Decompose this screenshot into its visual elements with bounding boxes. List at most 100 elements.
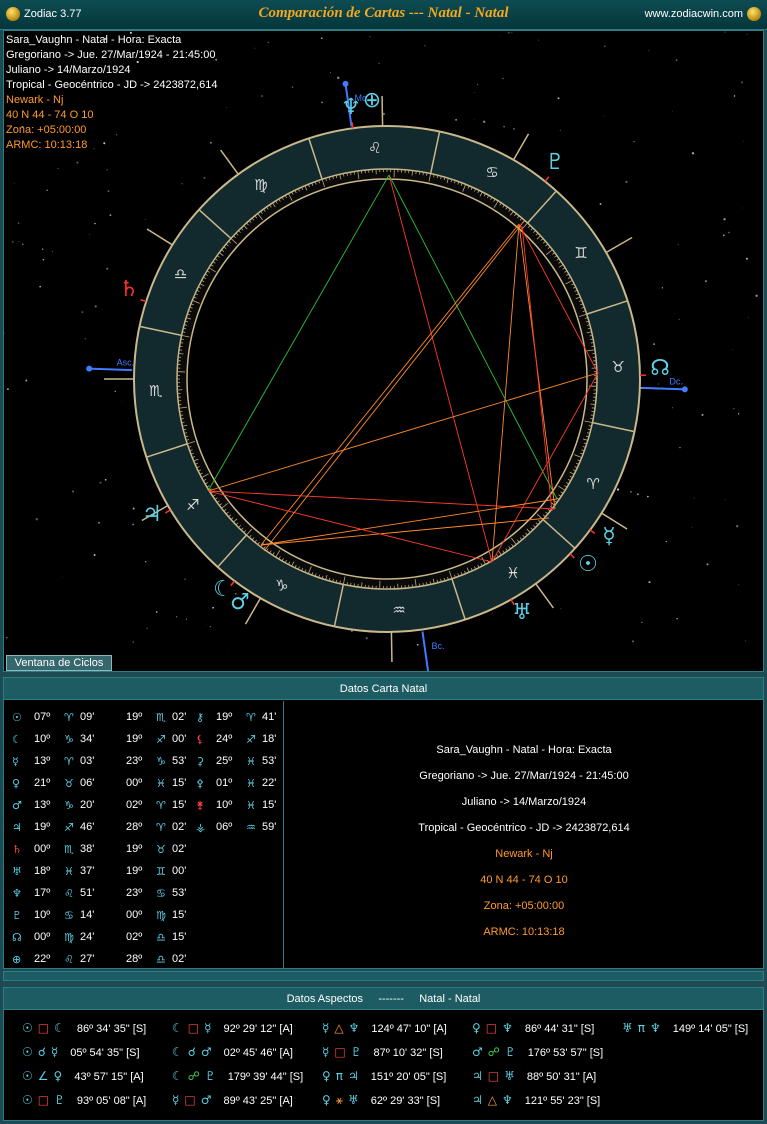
asteroid-sign-icon: ♓ [246, 777, 256, 790]
planet-marker [164, 509, 171, 514]
aspect-entry[interactable]: ♃ △ ♆ 121º 55' 23" [S] [472, 1093, 600, 1107]
neptune-icon[interactable]: ♆ [341, 95, 361, 120]
fortune-icon[interactable]: ⊕ [363, 88, 381, 113]
star [511, 32, 513, 34]
planet-glyph-icon: ☊ [12, 931, 22, 944]
aspect-type-icon: □ [37, 1093, 50, 1107]
aspect-entry[interactable]: ☿ □ ♇ 87º 10' 32" [S] [322, 1045, 443, 1059]
star [81, 311, 84, 314]
aspect-entry[interactable]: ☉ ☌ ☿ 05º 54' 35" [S] [22, 1045, 140, 1059]
aspect-entry[interactable]: ♀ □ ♆ 86º 44' 31" [S] [472, 1021, 594, 1035]
aspect-entry[interactable]: ☾ □ ☿ 92º 29' 12" [A] [172, 1021, 293, 1035]
site-url-text[interactable]: www.zodiacwin.com [645, 8, 743, 20]
aspect-type-icon: □ [334, 1045, 346, 1059]
aspect-entry[interactable]: ☾ ☍ ♇ 179º 39' 44" [S] [172, 1069, 303, 1083]
natal-info-line: Newark - Nj [495, 848, 553, 860]
planet-sign-icon: ♌ [64, 953, 74, 966]
asteroid-degree: 06º [216, 821, 233, 833]
sun-icon[interactable]: ☉ [578, 552, 598, 577]
natal-panel-title: Datos Carta Natal [4, 678, 763, 700]
cusp-degree: 19º [126, 843, 143, 855]
chart-wheel-area[interactable]: ♈ ♉ ♊ ♋ ♌ ♍ ♎ ♏ ♐ ♑ ♒ ♓ Asc. Dc. Mc. Bc. ☉ ☾ ☿ ♂ ♃ ♄ ♅ ♆ ♇ ☊ ⊕ Sar… [3, 30, 764, 672]
cusp-sign-icon: ♊ [156, 865, 166, 878]
aspect-entry[interactable]: ☉ □ ☾ 86º 34' 35" [S] [22, 1021, 146, 1035]
star [267, 41, 269, 43]
planet-degree: 00º [34, 843, 51, 855]
planet-minute: 14' [80, 909, 95, 921]
jupiter-icon[interactable]: ♃ [142, 502, 162, 527]
mercury-icon[interactable]: ☿ [602, 524, 616, 549]
planet-sign-icon: ♈ [64, 711, 74, 724]
star [4, 332, 5, 334]
planet-row: ☊ 00º ♍ 24' 02º ♎ 15' [12, 928, 282, 950]
uranus-icon[interactable]: ♅ [512, 600, 532, 625]
aspects-panel: Datos Aspectos ------- Natal - Natal ☉ □ ☾… [3, 987, 764, 1121]
degree-tick [422, 172, 424, 176]
planet-marker [351, 122, 354, 129]
degree-tick [350, 172, 352, 176]
asteroid-degree: 19º [216, 711, 233, 723]
star [181, 183, 183, 185]
house-cusp-line [146, 228, 173, 246]
house-cusp-line [220, 149, 239, 175]
aspect-entry[interactable]: ☿ △ ♆ 124º 47' 10" [A] [322, 1021, 447, 1035]
divider-strip [3, 971, 764, 981]
cusp-degree: 19º [126, 865, 143, 877]
star [39, 285, 42, 288]
star [733, 95, 736, 97]
aspect-entry[interactable]: ♅ π ♆ 149º 14' 05" [S] [622, 1021, 748, 1035]
node-icon[interactable]: ☊ [650, 356, 670, 381]
natal-info-line: ARMC: 10:13:18 [483, 926, 565, 938]
aspect-entry[interactable]: ♀ ⚹ ♅ 62º 29' 33" [S] [322, 1093, 440, 1108]
cusp-minute: 00' [172, 865, 187, 877]
aspect-entry[interactable]: ♀ π ♃ 151º 20' 05" [S] [322, 1069, 446, 1083]
planet-degree: 00º [34, 931, 51, 943]
star [109, 214, 112, 216]
cusp-degree: 28º [126, 821, 143, 833]
mars-icon[interactable]: ♂ [230, 590, 250, 615]
aspect-type-icon: π [637, 1021, 645, 1035]
ascendant-label: Asc. [117, 357, 135, 367]
aspect-entry[interactable]: ☿ □ ♂ 89º 43' 25" [A] [172, 1093, 293, 1107]
aspect-planet-a-icon: ♃ [472, 1069, 483, 1083]
aspect-angle: 176º 53' 57" [S] [527, 1047, 604, 1059]
planet-sign-icon: ♑ [64, 799, 74, 812]
star [473, 92, 475, 94]
planet-sign-icon: ♏ [64, 843, 74, 856]
aspect-entry[interactable]: ♃ □ ♅ 88º 50' 31" [A] [472, 1069, 596, 1083]
aspect-row: ☉ □ ♇ 93º 05' 08" [A] ☿ □ ♂ 89º 43' 25" [A] ♀ ⚹ ♅ 6… [4, 1090, 763, 1114]
imum-coeli-label: Bc. [431, 641, 444, 651]
aspect-type-icon: □ [184, 1093, 196, 1107]
planet-glyph-icon: ♂ [12, 799, 22, 812]
divider [283, 701, 284, 968]
cusp-sign-icon: ♋ [156, 887, 166, 900]
star [25, 379, 28, 382]
zodiac-logo-icon [6, 7, 20, 21]
aspect-entry[interactable]: ♂ ☍ ♇ 176º 53' 57" [S] [472, 1045, 603, 1059]
star [18, 241, 20, 243]
planet-glyph-icon: ☿ [12, 755, 19, 768]
star [52, 250, 54, 253]
star [675, 59, 678, 62]
planet-degree: 21º [34, 777, 51, 789]
aspect-entry[interactable]: ☉ ∠ ♀ 43º 57' 15" [A] [22, 1069, 144, 1083]
zodiac-sign-icon: ♓ [506, 564, 519, 582]
planet-glyph-icon: ♃ [12, 821, 22, 834]
aspect-entry[interactable]: ☉ □ ♇ 93º 05' 08" [A] [22, 1093, 146, 1107]
pluto-icon[interactable]: ♇ [545, 150, 565, 175]
saturn-icon[interactable]: ♄ [119, 277, 139, 302]
cycles-window-button[interactable]: Ventana de Ciclos [6, 655, 112, 671]
planet-minute: 06' [80, 777, 95, 789]
star [94, 305, 97, 308]
degree-tick [180, 418, 184, 420]
planet-row: ♆ 17º ♌ 51' 23º ♋ 53' [12, 884, 282, 906]
aspect-angle: 92º 29' 12" [A] [223, 1023, 293, 1035]
natal-info-line: Juliano -> 14/Marzo/1924 [461, 796, 587, 808]
aspect-entry[interactable]: ☾ ☌ ♂ 02º 45' 46" [A] [172, 1045, 293, 1059]
aspect-planet-a-icon: ☿ [322, 1045, 330, 1059]
site-url[interactable]: www.zodiacwin.com [645, 7, 761, 21]
chart-info-line: Gregoriano -> Jue. 27/Mar/1924 - 21:45:0… [6, 49, 216, 61]
house-cusp-line [512, 133, 530, 161]
planet-row: ♂ 13º ♑ 20' 02º ♈ 15' ⚵ 10º ♓ 15' [12, 796, 282, 818]
aspect-angle: 43º 57' 15" [A] [74, 1071, 144, 1083]
